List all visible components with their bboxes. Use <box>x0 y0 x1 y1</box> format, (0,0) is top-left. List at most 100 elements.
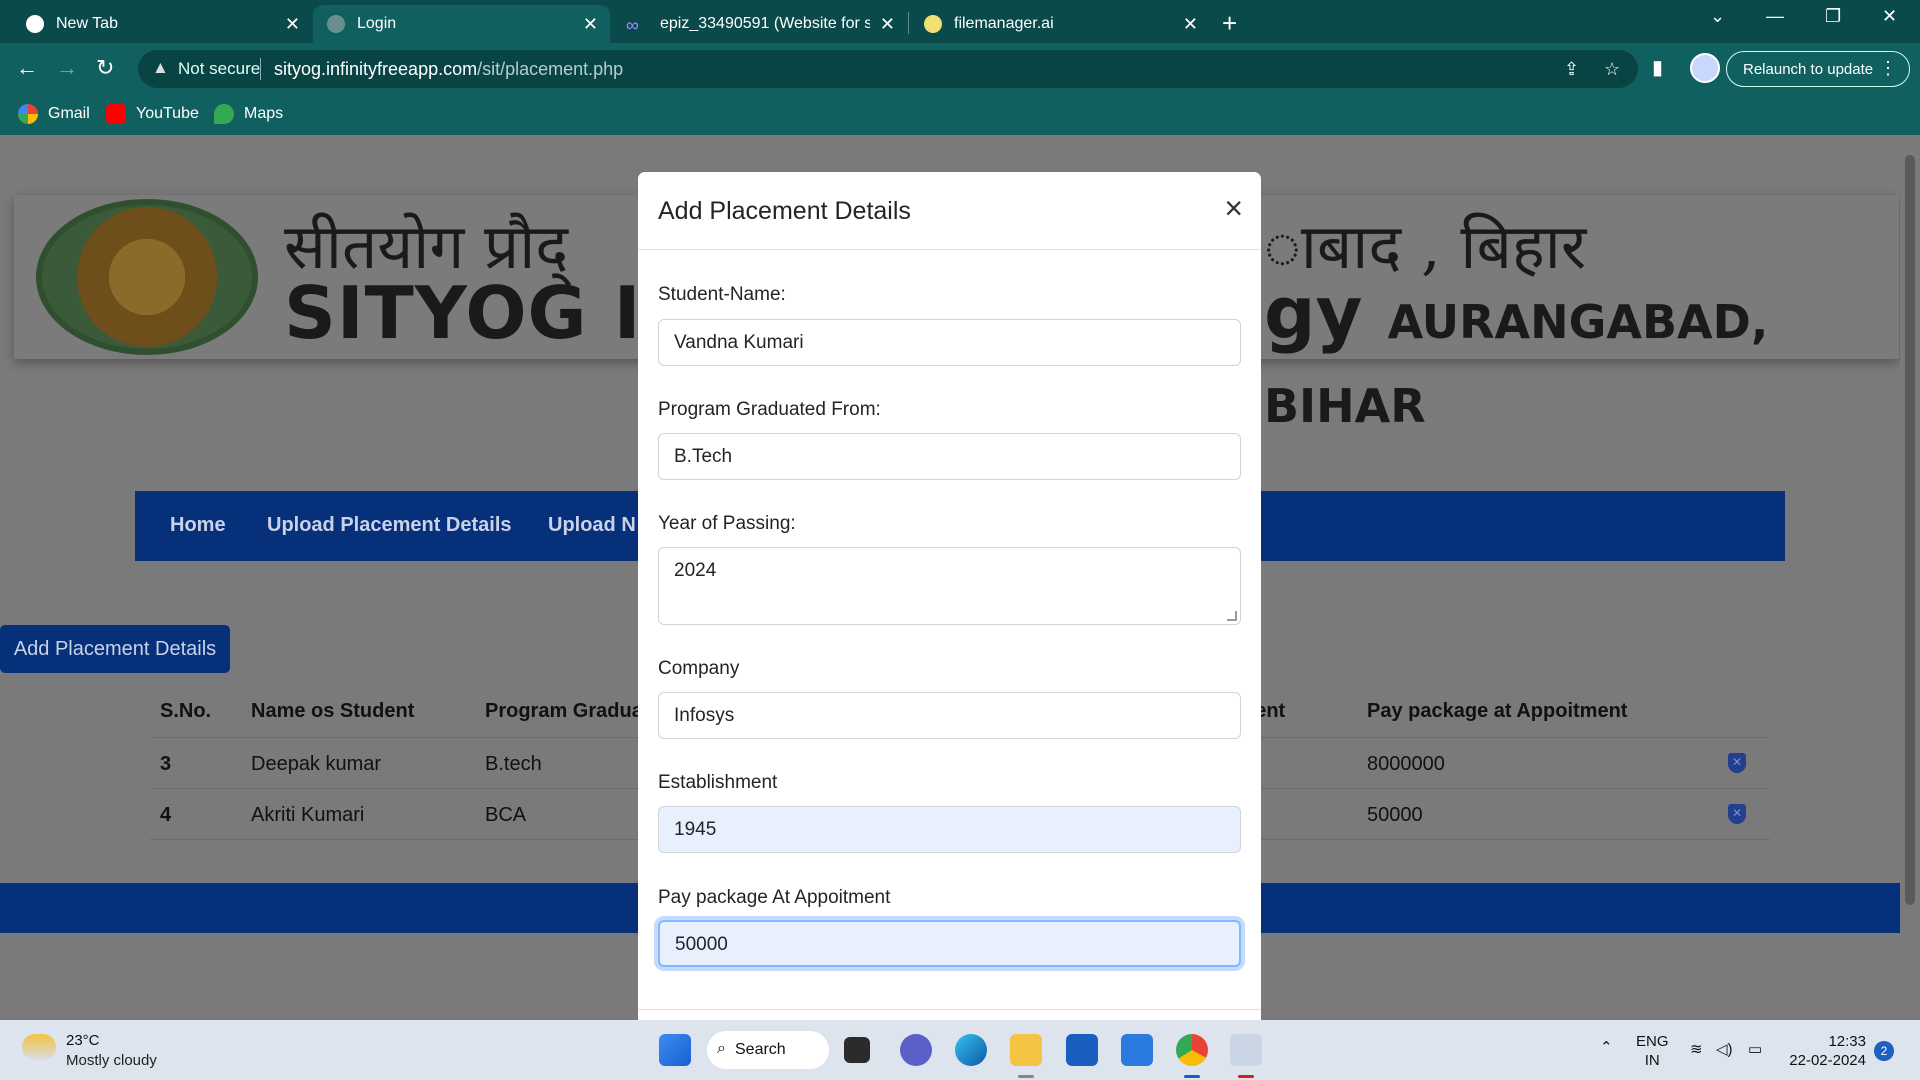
tab-epiz[interactable]: ∞ epiz_33490591 (Website for sityc ✕ <box>612 5 907 43</box>
cell-pay: 8000000 <box>1367 753 1445 775</box>
window-close-icon[interactable]: ✕ <box>1882 6 1897 27</box>
relaunch-button[interactable]: Relaunch to update ⋮ <box>1726 51 1910 87</box>
windows-start-icon[interactable] <box>659 1034 691 1066</box>
bookmarks-bar: Gmail YouTube Maps <box>0 95 1920 135</box>
side-panel-icon[interactable]: ▮ <box>1652 55 1663 80</box>
company-label: Company <box>658 658 740 679</box>
cell-name: Deepak kumar <box>251 753 382 775</box>
program-label: Program Graduated From: <box>658 399 881 420</box>
nav-upload-n[interactable]: Upload N <box>548 514 636 537</box>
header-name: Name os Student <box>251 700 415 722</box>
task-view-icon[interactable] <box>844 1037 870 1063</box>
battery-icon[interactable]: ▭ <box>1748 1040 1762 1059</box>
infinity-icon: ∞ <box>626 15 639 35</box>
tab-search-icon[interactable]: ⌄ <box>1710 6 1725 27</box>
nav-home[interactable]: Home <box>170 514 226 537</box>
weather-cloud-icon[interactable] <box>22 1034 56 1060</box>
header-sno: S.No. <box>160 700 212 722</box>
college-logo <box>36 199 258 355</box>
clock[interactable]: 12:33 22-02-2024 <box>1789 1032 1866 1070</box>
bookmark-gmail[interactable]: Gmail <box>18 104 90 124</box>
url-text[interactable]: sityog.infinityfreeapp.com/sit/placement… <box>274 59 623 80</box>
cell-pay: 50000 <box>1367 804 1423 826</box>
tab-title: filemanager.ai <box>954 15 1054 32</box>
weather-temperature[interactable]: 23°C <box>66 1032 100 1049</box>
tab-strip: New Tab ✕ Login ✕ ∞ epiz_33490591 (Websi… <box>0 0 1920 43</box>
running-indicator <box>1018 1075 1034 1078</box>
mail-icon[interactable] <box>1121 1034 1153 1066</box>
program-input[interactable]: B.Tech <box>658 433 1241 480</box>
pay-package-input[interactable]: 50000 <box>658 920 1241 967</box>
bookmark-label: Gmail <box>48 105 90 122</box>
reload-icon[interactable]: ↻ <box>96 55 114 81</box>
close-icon[interactable]: ✕ <box>1183 14 1198 35</box>
close-icon[interactable]: ✕ <box>285 14 300 35</box>
add-placement-modal: Add Placement Details × Student-Name: Va… <box>638 172 1261 1032</box>
bookmark-maps[interactable]: Maps <box>214 104 283 124</box>
app-icon[interactable] <box>1230 1034 1262 1066</box>
delete-shield-icon[interactable]: ✕ <box>1728 753 1746 773</box>
file-explorer-icon[interactable] <box>1010 1034 1042 1066</box>
banner-english-right: gy AURANGABAD, BIHAR <box>1264 271 1899 439</box>
address-bar[interactable]: ▲ Not secure sityog.infinityfreeapp.com/… <box>138 50 1638 88</box>
tab-title: New Tab <box>56 15 118 32</box>
modal-title: Add Placement Details <box>658 197 911 225</box>
banner-english-right-a: gy <box>1264 271 1363 355</box>
notification-badge[interactable]: 2 <box>1874 1041 1894 1061</box>
share-icon[interactable]: ⇪ <box>1564 59 1579 80</box>
back-icon[interactable]: ← <box>16 55 38 81</box>
year-textarea[interactable]: 2024 <box>658 547 1241 625</box>
nav-upload-placement[interactable]: Upload Placement Details <box>267 514 512 537</box>
taskbar-search[interactable]: ⌕ Search <box>707 1031 829 1069</box>
star-icon[interactable]: ☆ <box>1604 59 1620 80</box>
maps-icon <box>214 104 234 124</box>
page-scrollbar[interactable] <box>1900 135 1920 1020</box>
student-name-input[interactable]: Vandna Kumari <box>658 319 1241 366</box>
establishment-input[interactable]: 1945 <box>658 806 1241 853</box>
chrome-taskbar-icon[interactable] <box>1176 1034 1208 1066</box>
warning-icon[interactable]: ▲ <box>152 58 169 78</box>
forward-icon[interactable]: → <box>56 55 78 81</box>
url-path: /sit/placement.php <box>477 59 624 79</box>
resize-handle[interactable] <box>1227 611 1237 621</box>
student-name-label: Student-Name: <box>658 284 786 305</box>
new-tab-button[interactable]: + <box>1222 8 1237 39</box>
youtube-icon <box>106 104 126 124</box>
close-icon[interactable]: ✕ <box>583 14 598 35</box>
browser-toolbar: ← → ↻ ▲ Not secure sityog.infinityfreeap… <box>0 43 1920 95</box>
language-bottom: IN <box>1644 1052 1660 1069</box>
url-host: sityog.infinityfreeapp.com <box>274 59 478 79</box>
cell-name: Akriti Kumari <box>251 804 365 826</box>
tab-title: epiz_33490591 (Website for sityc <box>660 15 870 32</box>
modal-close-button[interactable]: × <box>1224 192 1243 224</box>
bookmark-label: Maps <box>244 105 284 122</box>
wifi-icon[interactable]: ≋ <box>1690 1040 1703 1059</box>
bookmark-youtube[interactable]: YouTube <box>106 104 199 124</box>
clock-date: 22-02-2024 <box>1789 1052 1866 1069</box>
weather-description[interactable]: Mostly cloudy <box>66 1052 157 1069</box>
tab-new-tab[interactable]: New Tab ✕ <box>12 5 312 43</box>
restore-icon[interactable]: ❐ <box>1825 6 1841 27</box>
scrollbar-thumb[interactable] <box>1905 155 1915 905</box>
delete-shield-icon[interactable]: ✕ <box>1728 804 1746 824</box>
teams-chat-icon[interactable] <box>900 1034 932 1066</box>
chevron-up-icon[interactable]: ⌃ <box>1600 1038 1613 1057</box>
close-icon[interactable]: ✕ <box>880 14 895 35</box>
security-label[interactable]: Not secure <box>178 59 260 79</box>
volume-icon[interactable]: ◁) <box>1716 1040 1733 1059</box>
avatar[interactable] <box>1690 53 1720 83</box>
tab-login[interactable]: Login ✕ <box>313 5 610 43</box>
cell-program: B.tech <box>485 753 542 775</box>
establishment-label: Establishment <box>658 772 778 793</box>
minimize-icon[interactable]: — <box>1766 6 1784 27</box>
banner-english-left: SITYOG In <box>284 271 694 355</box>
edge-icon[interactable] <box>955 1034 987 1066</box>
tab-filemanager[interactable]: filemanager.ai ✕ <box>910 5 1210 43</box>
cell-sno: 4 <box>160 804 172 826</box>
add-placement-button[interactable]: Add Placement Details <box>0 625 230 673</box>
clock-time: 12:33 <box>1828 1033 1866 1050</box>
google-icon <box>18 104 38 124</box>
company-input[interactable]: Infosys <box>658 692 1241 739</box>
language-indicator[interactable]: ENG IN <box>1636 1032 1669 1070</box>
store-icon[interactable] <box>1066 1034 1098 1066</box>
